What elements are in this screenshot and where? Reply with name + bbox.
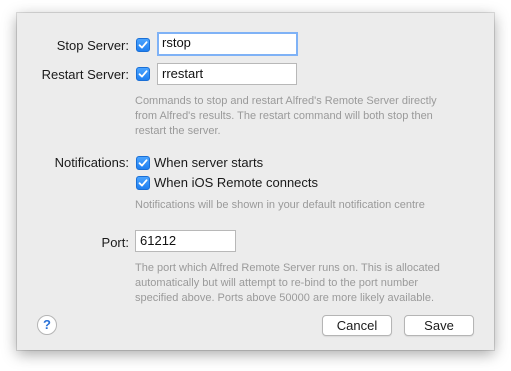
restart-command-input[interactable]: rrestart <box>157 63 297 85</box>
port-label: Port: <box>101 235 129 250</box>
notifications-help-text: Notifications will be shown in your defa… <box>135 199 425 211</box>
stop-server-label: Stop Server: <box>56 38 129 53</box>
checkmark-icon <box>138 41 148 49</box>
help-button[interactable]: ? <box>37 315 57 335</box>
commands-help-text: Commands to stop and restart Alfred's Re… <box>135 95 437 137</box>
checkmark-icon <box>138 179 148 187</box>
checkmark-icon <box>138 159 148 167</box>
notifications-label: Notifications: <box>54 155 129 170</box>
cancel-button[interactable]: Cancel <box>322 315 392 336</box>
notify-server-starts-checkbox[interactable] <box>136 156 150 170</box>
restart-server-label: Restart Server: <box>41 67 129 82</box>
checkmark-icon <box>138 70 148 78</box>
stop-server-checkbox[interactable] <box>136 38 150 52</box>
stop-command-input[interactable]: rstop <box>157 32 298 56</box>
notify-ios-remote-label[interactable]: When iOS Remote connects <box>154 175 318 190</box>
notify-server-starts-label[interactable]: When server starts <box>154 155 263 170</box>
port-help-text: The port which Alfred Remote Server runs… <box>135 262 440 304</box>
restart-server-checkbox[interactable] <box>136 67 150 81</box>
port-input[interactable]: 61212 <box>135 230 236 252</box>
save-button[interactable]: Save <box>404 315 474 336</box>
notify-ios-remote-checkbox[interactable] <box>136 176 150 190</box>
remote-settings-sheet: Stop Server: rstop Restart Server: rrest… <box>17 13 494 350</box>
